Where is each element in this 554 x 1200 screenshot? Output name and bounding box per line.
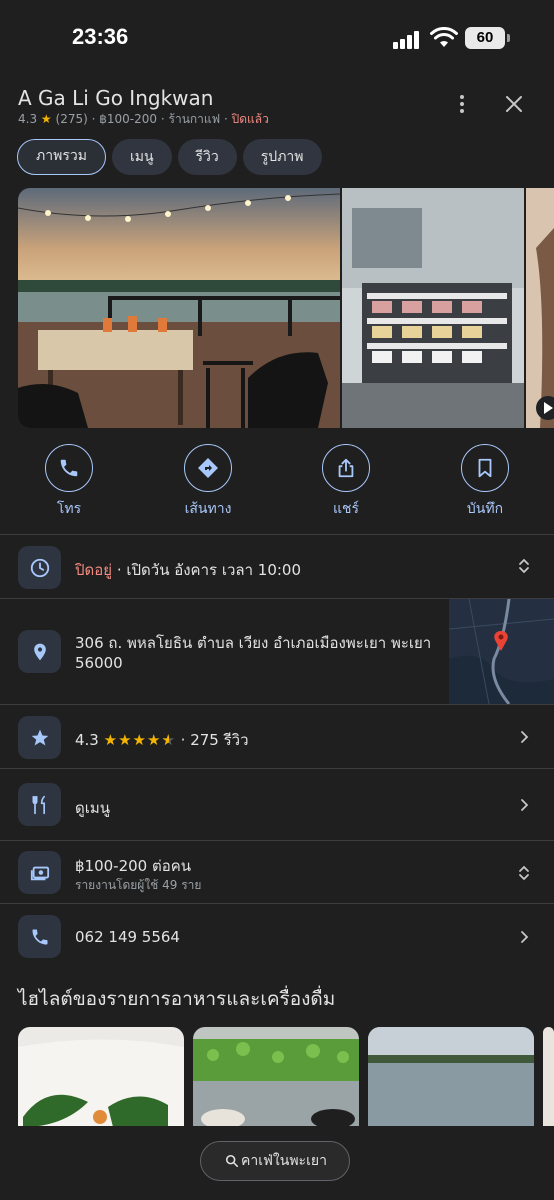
price-row[interactable]: ฿100-200 ต่อคน รายงานโดยผู้ใช้ 49 ราย xyxy=(0,840,554,903)
more-options-icon[interactable] xyxy=(452,94,472,114)
battery-icon: 60 xyxy=(465,27,510,49)
search-chip-label: คาเฟ่ในพะเยา xyxy=(241,1153,327,1169)
rating-stars-icon: ★★★★★★ xyxy=(103,731,176,749)
restaurant-icon xyxy=(18,783,61,826)
call-button[interactable]: โทร xyxy=(19,444,119,520)
star-icon: ★ xyxy=(40,112,52,126)
search-nearby-chip[interactable]: คาเฟ่ในพะเยา xyxy=(200,1141,350,1181)
share-button[interactable]: แชร์ xyxy=(296,444,396,520)
price-per-person: ฿100-200 ต่อคน xyxy=(75,857,192,875)
reviews-count: (275) xyxy=(55,112,88,126)
search-icon xyxy=(225,1154,239,1168)
rating-number: 4.3 xyxy=(75,731,99,749)
tab-menu[interactable]: เมนู xyxy=(111,139,172,175)
directions-button[interactable]: เส้นทาง xyxy=(158,444,258,520)
rating-text: 4.3 ★★★★★★ · 275 รีวิว xyxy=(75,731,249,749)
highlights-carousel[interactable] xyxy=(18,1027,554,1127)
phone-icon xyxy=(18,915,61,958)
price-reported-by: รายงานโดยผู้ใช้ 49 ราย xyxy=(75,878,202,892)
address-row[interactable]: 306 ถ. พหลโยธิน ตำบล เวียง อำเภอเมืองพะเ… xyxy=(0,598,554,704)
address-line2: 56000 xyxy=(75,654,123,672)
photo-video-preview[interactable] xyxy=(526,188,554,428)
directions-label: เส้นทาง xyxy=(184,501,232,517)
phone-icon xyxy=(60,459,78,477)
tab-photos[interactable]: รูปภาพ xyxy=(242,139,322,175)
save-button[interactable]: บันทึก xyxy=(435,444,535,520)
place-subline: 4.3 ★ (275) · ฿100-200 · ร้านกาแฟ · ปิดแ… xyxy=(18,112,269,126)
close-icon[interactable] xyxy=(503,93,525,115)
rating-row[interactable]: 4.3 ★★★★★★ · 275 รีวิว xyxy=(0,704,554,768)
phone-number: 062 149 5564 xyxy=(75,928,180,946)
chevron-right-icon xyxy=(521,731,529,743)
chevron-right-icon xyxy=(521,799,529,811)
share-icon xyxy=(338,458,354,478)
star-icon xyxy=(18,716,61,759)
place-tabs: ภาพรวม เมนู รีวิว รูปภาพ xyxy=(17,139,328,175)
action-buttons: โทร เส้นทาง แชร์ บันทึก xyxy=(0,444,554,524)
highlights-title: ไฮไลต์ของรายการอาหารและเครื่องดื่ม xyxy=(18,988,336,1010)
location-pin-icon xyxy=(18,630,61,673)
photo-terrace[interactable] xyxy=(18,188,340,428)
call-label: โทร xyxy=(56,501,82,517)
highlight-item[interactable] xyxy=(543,1027,554,1127)
hours-row[interactable]: ปิดอยู่ · เปิดวัน อังคาร เวลา 10:00 xyxy=(0,534,554,598)
chevron-right-icon xyxy=(521,931,529,943)
phone-row[interactable]: 062 149 5564 xyxy=(0,903,554,969)
wifi-icon xyxy=(430,27,458,47)
price-range: ฿100-200 xyxy=(99,112,158,126)
rating-reviews: 275 รีวิว xyxy=(190,731,249,749)
bookmark-icon xyxy=(478,458,492,478)
hours-next-open: เปิดวัน อังคาร เวลา 10:00 xyxy=(126,561,301,579)
photo-bakery-case[interactable] xyxy=(342,188,524,428)
tab-reviews[interactable]: รีวิว xyxy=(177,139,237,175)
cellular-signal-icon xyxy=(393,31,421,49)
tab-overview[interactable]: ภาพรวม xyxy=(17,139,106,175)
map-thumbnail[interactable] xyxy=(449,599,554,704)
rating-value: 4.3 xyxy=(18,112,38,126)
clock-icon xyxy=(18,546,61,589)
open-state: ปิดแล้ว xyxy=(231,112,269,126)
hours-status: ปิดอยู่ xyxy=(75,561,113,579)
photo-carousel[interactable] xyxy=(18,188,554,428)
status-time: 23:36 xyxy=(72,24,129,49)
money-icon xyxy=(18,851,61,894)
share-label: แชร์ xyxy=(332,501,360,517)
menu-link: ดูเมนู xyxy=(75,799,111,817)
place-title: A Ga Li Go Ingkwan xyxy=(18,86,214,110)
expand-icon[interactable] xyxy=(516,558,532,574)
menu-row[interactable]: ดูเมนู xyxy=(0,768,554,840)
address-line1: 306 ถ. พหลโยธิน ตำบล เวียง อำเภอเมืองพะเ… xyxy=(75,634,432,652)
expand-icon[interactable] xyxy=(516,865,532,881)
directions-icon xyxy=(198,458,218,478)
highlight-item[interactable] xyxy=(18,1027,184,1127)
hours-text: ปิดอยู่ · เปิดวัน อังคาร เวลา 10:00 xyxy=(75,561,301,579)
highlight-item[interactable] xyxy=(368,1027,534,1127)
save-label: บันทึก xyxy=(466,501,504,517)
highlight-item[interactable] xyxy=(193,1027,359,1127)
place-category: ร้านกาแฟ xyxy=(168,112,221,126)
bottom-bar: คาเฟ่ในพะเยา xyxy=(0,1126,554,1200)
status-bar: 23:36 60 xyxy=(0,0,554,76)
